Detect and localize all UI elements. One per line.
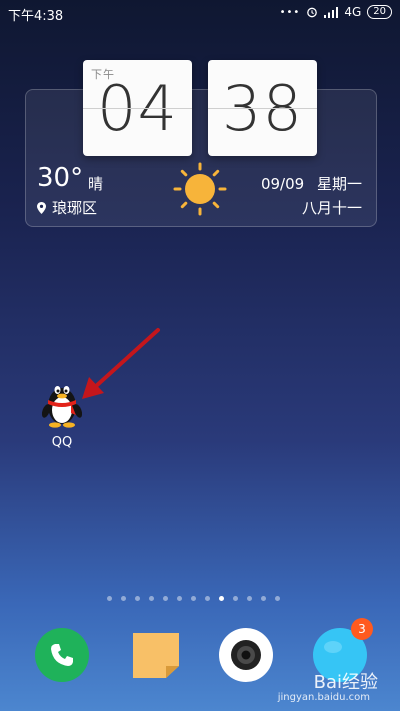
lunar-date: 八月十一 bbox=[301, 199, 362, 217]
page-dot[interactable] bbox=[233, 596, 238, 601]
weather-temperature: 30° bbox=[37, 163, 84, 193]
phone-app[interactable] bbox=[35, 628, 89, 682]
location-pin-icon bbox=[37, 201, 46, 214]
page-dot[interactable] bbox=[205, 596, 210, 601]
phone-icon bbox=[35, 628, 89, 682]
watermark-logo: Bai经验 bbox=[313, 672, 378, 693]
qq-app-label: QQ bbox=[51, 435, 73, 450]
qq-penguin-icon bbox=[41, 386, 83, 428]
clock-hour-card[interactable]: 下午 04 bbox=[83, 60, 192, 156]
camera-app[interactable] bbox=[219, 628, 273, 682]
page-dot[interactable] bbox=[247, 596, 252, 601]
notes-icon bbox=[133, 633, 179, 678]
battery-indicator: 20 bbox=[367, 5, 392, 19]
weekday-label: 星期一 bbox=[316, 175, 362, 193]
page-dot[interactable] bbox=[135, 596, 140, 601]
alarm-icon bbox=[307, 7, 318, 18]
clock-minute: 38 bbox=[222, 71, 303, 145]
notification-dots: ••• bbox=[279, 6, 301, 18]
page-dot[interactable] bbox=[107, 596, 112, 601]
page-dot[interactable] bbox=[149, 596, 154, 601]
page-dot[interactable] bbox=[163, 596, 168, 601]
signal-icon bbox=[324, 6, 339, 18]
notification-badge: 3 bbox=[351, 618, 373, 640]
page-dot[interactable] bbox=[219, 596, 224, 601]
page-dot[interactable] bbox=[275, 596, 280, 601]
network-type: 4G bbox=[344, 5, 362, 19]
watermark-url: jingyan.baidu.com bbox=[277, 692, 370, 703]
notes-app[interactable] bbox=[130, 628, 184, 682]
camera-icon bbox=[219, 628, 273, 682]
status-bar: 下午4:38 ••• 4G 20 bbox=[0, 0, 400, 26]
qq-app[interactable]: QQ bbox=[36, 375, 88, 450]
date-label: 09/09 bbox=[260, 175, 305, 193]
location-label: 琅琊区 bbox=[52, 199, 98, 217]
clock-hour: 04 bbox=[97, 71, 178, 145]
status-time: 下午4:38 bbox=[8, 9, 64, 24]
page-dot[interactable] bbox=[191, 596, 196, 601]
weather-condition: 晴 bbox=[88, 175, 104, 193]
weather-location: 琅琊区 bbox=[37, 197, 97, 218]
clock-minute-card[interactable]: 38 bbox=[208, 60, 317, 156]
clock-ampm: 下午 bbox=[91, 68, 115, 81]
page-dot[interactable] bbox=[121, 596, 126, 601]
page-dot[interactable] bbox=[177, 596, 182, 601]
page-dot[interactable] bbox=[261, 596, 266, 601]
weather-date: 09/09 星期一 bbox=[261, 173, 362, 194]
sun-icon bbox=[173, 162, 227, 216]
status-icons: ••• 4G 20 bbox=[280, 5, 392, 19]
page-indicator[interactable] bbox=[107, 596, 280, 601]
